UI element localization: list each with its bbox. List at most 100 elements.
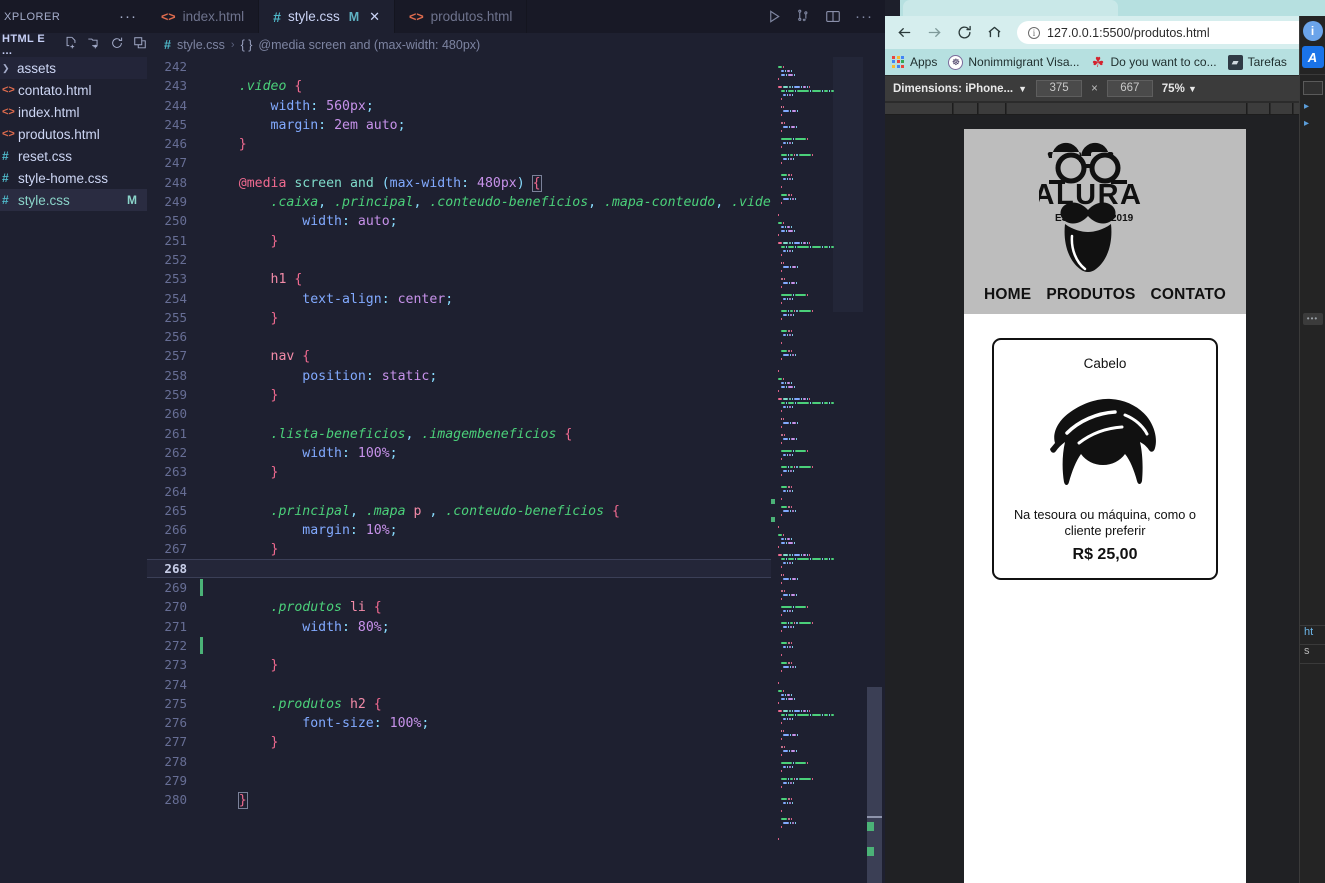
- explorer-item-label: reset.css: [18, 148, 73, 164]
- minimap-line: [771, 794, 863, 797]
- minimap-line: [771, 498, 863, 501]
- minimap-line: [771, 730, 863, 733]
- products-list: Cabelo Na tesoura ou máquina, como o clie…: [964, 314, 1246, 592]
- forward-button[interactable]: [921, 19, 948, 46]
- reload-button[interactable]: [951, 19, 978, 46]
- line-number: 250: [164, 213, 187, 229]
- explorer-item-label: index.html: [18, 104, 80, 120]
- explorer-more-icon[interactable]: ···: [119, 8, 137, 25]
- minimap-line: [771, 414, 863, 417]
- devtools-filter-input[interactable]: [1302, 81, 1323, 95]
- split-editor-right-icon[interactable]: [825, 9, 841, 24]
- minimap-line: [771, 830, 863, 833]
- editor-tab-style-css[interactable]: # style.css M ✕: [259, 0, 396, 33]
- braces-icon: { }: [240, 38, 253, 52]
- line-number: 249: [164, 194, 187, 210]
- minimap-line: [771, 506, 863, 509]
- site-info-icon[interactable]: i: [1028, 26, 1040, 39]
- devtools-more-icon[interactable]: •••: [1302, 313, 1323, 325]
- code-text: width: 100%;: [302, 445, 398, 461]
- line-change-marker: [200, 579, 203, 597]
- run-icon[interactable]: [767, 9, 782, 24]
- minimap-line: [771, 530, 863, 533]
- chevron-right-icon[interactable]: ▸: [1304, 118, 1325, 129]
- html-file-icon: <>: [2, 128, 15, 140]
- minimap-line: [771, 450, 863, 453]
- minimap-line: [771, 822, 863, 825]
- devtools-accessibility-button[interactable]: A: [1300, 46, 1325, 68]
- breadcrumb-symbol[interactable]: @media screen and (max-width: 480px): [258, 38, 480, 52]
- site-logo: ALURA ESTD 2019: [964, 136, 1246, 284]
- minimap-line: [771, 482, 863, 485]
- explorer-action-bar: HTML E ...: [0, 33, 147, 57]
- site-nav-link-home[interactable]: HOME: [984, 286, 1031, 304]
- collapse-all-icon[interactable]: [133, 36, 147, 55]
- bookmark-item[interactable]: ☸ Nonimmigrant Visa...: [946, 54, 1081, 70]
- chevron-right-icon[interactable]: ▸: [1304, 101, 1325, 112]
- home-button[interactable]: [981, 19, 1008, 46]
- explorer-title-bar: XPLORER ···: [0, 0, 147, 33]
- editor-minimap[interactable]: [771, 57, 863, 883]
- minimap-line: [771, 390, 863, 393]
- back-button[interactable]: [891, 19, 918, 46]
- url-text[interactable]: 127.0.0.1:5500/produtos.html: [1047, 26, 1210, 40]
- device-height-input[interactable]: 667: [1106, 80, 1153, 97]
- editor-vertical-scrollbar[interactable]: [863, 57, 885, 883]
- breadcrumb-file[interactable]: style.css: [177, 38, 225, 52]
- device-selector[interactable]: Dimensions: iPhone... ▼: [893, 83, 1027, 95]
- minimap-slider[interactable]: [833, 57, 863, 312]
- minimap-line: [771, 690, 863, 693]
- explorer-item-index-html[interactable]: <> index.html: [0, 101, 147, 123]
- refresh-icon[interactable]: [110, 36, 124, 55]
- bookmark-item[interactable]: ☘ Do you want to co...: [1089, 55, 1219, 70]
- minimap-line: [771, 650, 863, 653]
- explorer-item-assets[interactable]: ❯ assets: [0, 57, 147, 79]
- device-width-input[interactable]: 375: [1036, 80, 1083, 97]
- line-number: 276: [164, 715, 187, 731]
- code-text: }: [237, 792, 248, 810]
- device-zoom-selector[interactable]: 75% ▼: [1162, 83, 1197, 95]
- explorer-item-style-css[interactable]: # style.css M: [0, 189, 147, 211]
- site-nav-link-contato[interactable]: CONTATO: [1151, 286, 1226, 304]
- product-description: Na tesoura ou máquina, como o cliente pr…: [1013, 507, 1197, 539]
- explorer-item-reset-css[interactable]: # reset.css: [0, 145, 147, 167]
- minimap-line: [771, 670, 863, 673]
- minimap-line: [771, 386, 863, 389]
- editor-tab-index-html[interactable]: <> index.html: [147, 0, 260, 33]
- editor-tab-produtos-html[interactable]: <> produtos.html: [395, 0, 528, 33]
- bookmark-item[interactable]: Apps: [890, 55, 939, 69]
- explorer-item-style-home-css[interactable]: # style-home.css: [0, 167, 147, 189]
- new-folder-icon[interactable]: [87, 36, 101, 55]
- minimap-line: [771, 614, 863, 617]
- bookmark-item[interactable]: ▰ Tarefas: [1226, 54, 1289, 70]
- site-nav-link-produtos[interactable]: PRODUTOS: [1046, 286, 1135, 304]
- line-number: 248: [164, 174, 187, 190]
- line-number: 261: [164, 425, 187, 441]
- explorer-item-contato-html[interactable]: <> contato.html: [0, 79, 147, 101]
- minimap-line: [771, 810, 863, 813]
- editor-action-bar: ···: [759, 0, 885, 33]
- breadcrumb[interactable]: # style.css › { } @media screen and (max…: [147, 33, 885, 57]
- split-editor-down-icon[interactable]: [796, 9, 811, 24]
- vscode-window: XPLORER ··· <> index.html # style.css M ✕ <> pr…: [0, 0, 885, 883]
- browser-tab[interactable]: [903, 0, 1118, 16]
- minimap-line: [771, 538, 863, 541]
- minimap-line: [771, 422, 863, 425]
- code-text: nav {: [270, 349, 311, 365]
- explorer-item-produtos-html[interactable]: <> produtos.html: [0, 123, 147, 145]
- line-number: 263: [164, 464, 187, 480]
- more-actions-icon[interactable]: ···: [855, 9, 873, 24]
- zoom-value: 75%: [1161, 82, 1185, 95]
- devtools-info-button[interactable]: i: [1300, 21, 1325, 41]
- close-icon[interactable]: ✕: [369, 9, 380, 25]
- scrollbar-change-marker: [867, 822, 874, 831]
- line-number: 257: [164, 348, 187, 364]
- minimap-line: [771, 662, 863, 665]
- minimap-line: [771, 382, 863, 385]
- line-number: 251: [164, 232, 187, 248]
- minimap-line: [771, 462, 863, 465]
- tab-label: style.css: [287, 9, 340, 24]
- address-bar[interactable]: i 127.0.0.1:5500/produtos.html: [1017, 21, 1319, 44]
- new-file-icon[interactable]: [64, 36, 78, 55]
- line-number: 269: [164, 580, 187, 596]
